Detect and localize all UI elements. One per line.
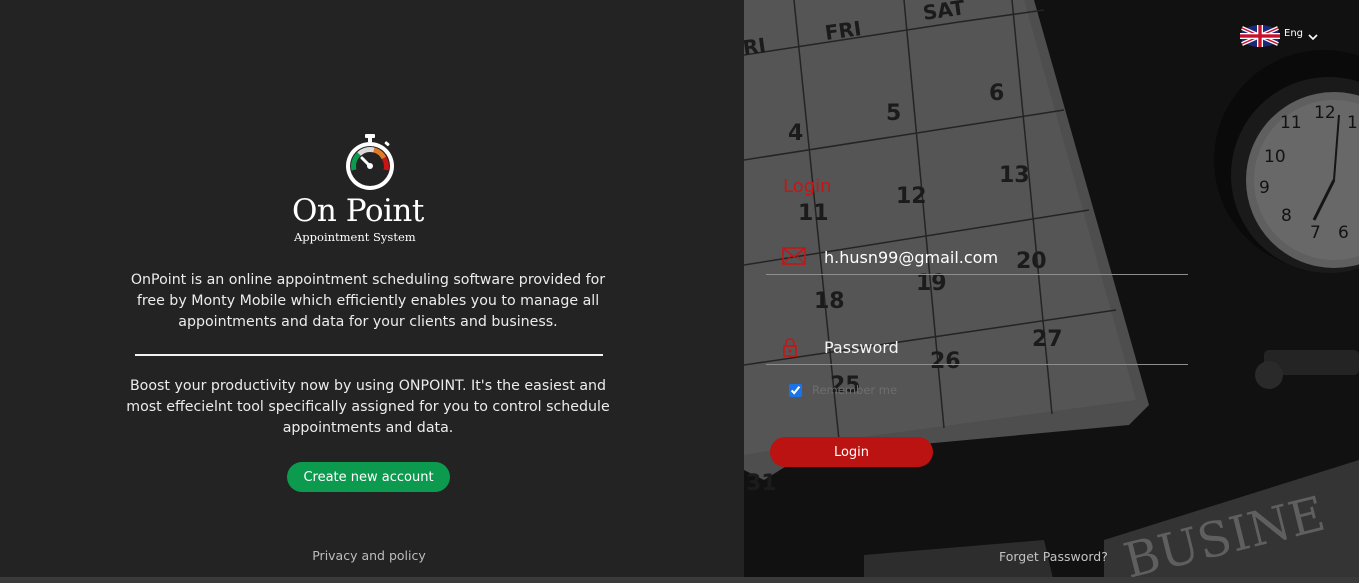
- create-account-button[interactable]: Create new account: [287, 462, 450, 492]
- password-input[interactable]: [824, 332, 1174, 362]
- brand-name: On Point: [292, 193, 424, 229]
- privacy-policy-link[interactable]: Privacy and policy: [269, 548, 469, 563]
- language-selector[interactable]: Eng: [1240, 25, 1318, 47]
- login-panel: RI FRI SAT 4 5 6 11 12 13 18 19 20 25 26…: [744, 0, 1359, 583]
- intro-panel: On Point Appointment System OnPoint is a…: [0, 0, 744, 583]
- email-field: [766, 240, 1188, 275]
- chevron-down-icon: [1308, 33, 1318, 40]
- stopwatch-icon: [346, 134, 394, 190]
- email-input[interactable]: [824, 242, 1174, 272]
- login-title: Login: [783, 176, 832, 197]
- lock-icon: [783, 338, 797, 357]
- uk-flag-icon: [1240, 25, 1280, 47]
- bottom-strip: [0, 577, 1359, 583]
- remember-me[interactable]: Remember me: [789, 383, 897, 397]
- remember-me-checkbox[interactable]: [789, 383, 802, 397]
- language-label: Eng: [1284, 27, 1304, 39]
- onpoint-logo: On Point Appointment System: [288, 133, 450, 248]
- intro-text: OnPoint is an online appointment schedul…: [130, 272, 606, 330]
- brand-tagline: Appointment System: [294, 230, 416, 244]
- envelope-icon: [782, 247, 806, 265]
- remember-me-label: Remember me: [812, 383, 898, 397]
- boost-text: Boost your productivity now by using ONP…: [126, 378, 610, 436]
- login-button[interactable]: Login: [770, 437, 933, 467]
- password-field: [766, 330, 1188, 365]
- forgot-password-link[interactable]: Forget Password?: [999, 549, 1108, 564]
- calendar-clock-background: RI FRI SAT 4 5 6 11 12 13 18 19 20 25 26…: [744, 0, 1359, 583]
- divider: [135, 354, 603, 356]
